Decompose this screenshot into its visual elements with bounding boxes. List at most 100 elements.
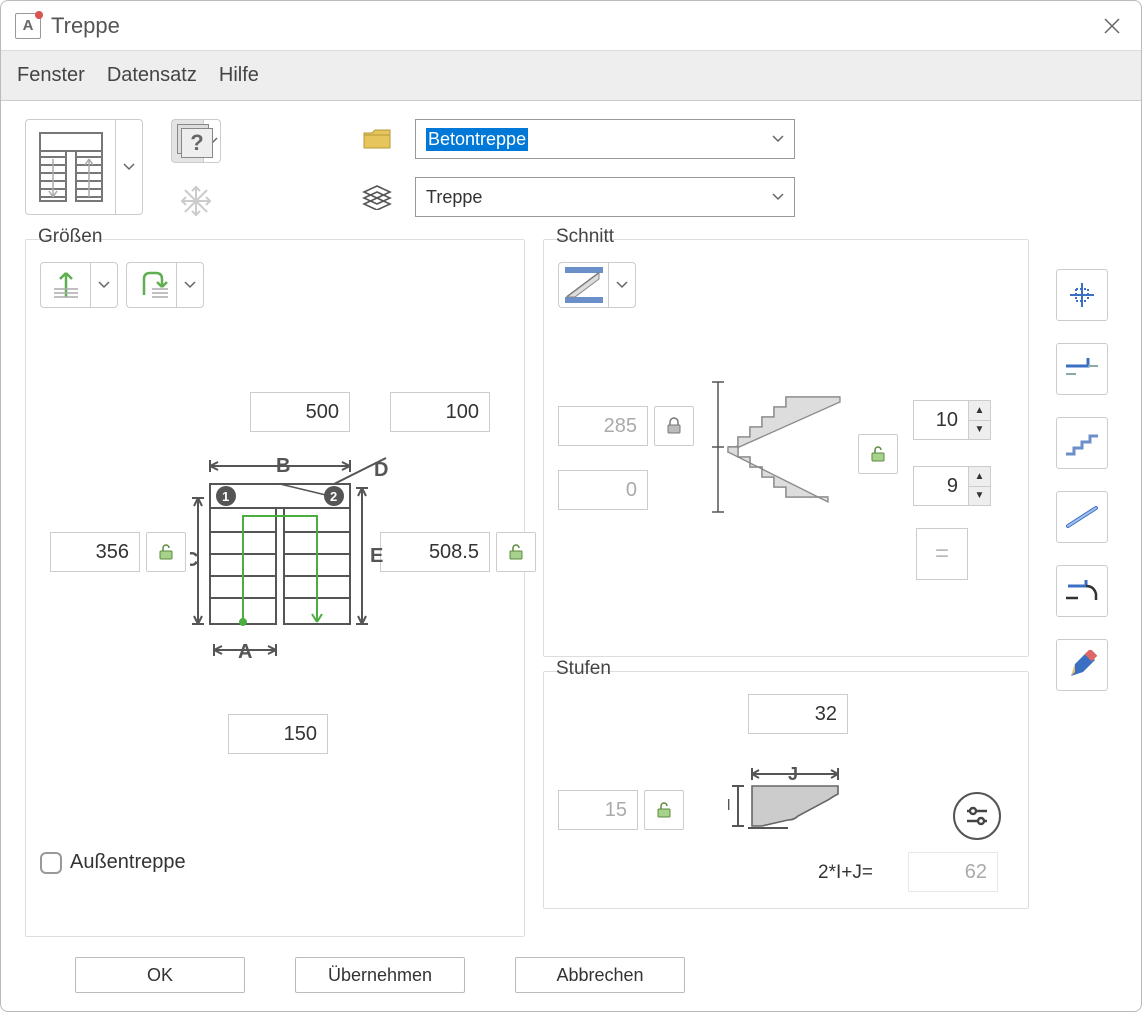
unlock-icon — [654, 800, 674, 820]
svg-text:D: D — [374, 459, 388, 481]
stufen-15-lock[interactable] — [644, 790, 684, 830]
svg-text:B: B — [276, 455, 290, 477]
type-select[interactable]: Betontreppe — [415, 119, 795, 159]
titlebar: A Treppe — [1, 1, 1141, 51]
svg-text:A: A — [238, 641, 252, 663]
stair-shape-icon — [36, 129, 106, 205]
tool-handrail[interactable] — [1056, 491, 1108, 543]
size-b-input[interactable] — [250, 392, 350, 432]
arrow-turn-stairs-icon — [134, 267, 170, 303]
stufen-15-input — [558, 790, 638, 830]
nosing-icon — [1064, 576, 1100, 606]
chevron-down-icon — [184, 281, 196, 289]
stair-shape-dropdown[interactable] — [25, 119, 143, 215]
unlock-icon — [156, 542, 176, 562]
spin-up[interactable]: ▲ — [969, 401, 990, 421]
schnitt-label: Schnitt — [552, 226, 618, 248]
chevron-down-icon — [772, 193, 784, 201]
apply-button[interactable]: Übernehmen — [295, 957, 465, 993]
svg-text:C: C — [190, 549, 198, 571]
arrow-up-stairs-icon — [48, 267, 84, 303]
schnitt-285-input — [558, 406, 648, 446]
size-c-lock[interactable] — [146, 532, 186, 572]
tool-grid[interactable] — [1056, 269, 1108, 321]
pencil-icon — [1067, 650, 1097, 680]
size-d-input[interactable] — [390, 392, 490, 432]
grid-icon — [1066, 279, 1098, 311]
stufen-32-input[interactable] — [748, 694, 848, 734]
svg-text:E: E — [370, 545, 383, 567]
section-type-dropdown[interactable] — [558, 262, 636, 308]
size-e-lock[interactable] — [496, 532, 536, 572]
schnitt-group: Schnitt — [543, 239, 1029, 657]
close-button[interactable] — [1097, 11, 1127, 41]
schnitt-spin2-input[interactable] — [913, 466, 969, 506]
content-area: Größen — [1, 233, 1141, 947]
schnitt-285-lock[interactable] — [654, 406, 694, 446]
stufen-group: Stufen — [543, 671, 1029, 909]
side-toolbar — [1047, 239, 1117, 937]
section-diagram — [708, 372, 878, 522]
sizes-group: Größen — [25, 239, 525, 937]
tool-landing[interactable] — [1056, 343, 1108, 395]
size-e-input[interactable] — [380, 532, 490, 572]
ok-button[interactable]: OK — [75, 957, 245, 993]
sizes-diagram: B D C — [190, 454, 390, 684]
direction-up-dropdown[interactable] — [40, 262, 118, 308]
formula-value — [908, 852, 998, 892]
chevron-down-icon — [616, 281, 628, 289]
help-dropdown[interactable]: ? — [171, 119, 221, 163]
chevron-down-icon — [123, 163, 135, 171]
menu-fenster[interactable]: Fenster — [17, 64, 85, 87]
app-icon: A — [15, 13, 41, 39]
type-select-value: Betontreppe — [426, 128, 528, 151]
menu-hilfe[interactable]: Hilfe — [219, 64, 259, 87]
schnitt-spin2[interactable]: ▲▼ — [913, 466, 991, 506]
spin-up[interactable]: ▲ — [969, 467, 990, 487]
layer-select[interactable]: Treppe — [415, 177, 795, 217]
step-settings-button[interactable] — [953, 792, 1001, 840]
svg-text:2: 2 — [330, 489, 337, 504]
tool-nosing[interactable] — [1056, 565, 1108, 617]
snowflake-icon — [179, 184, 213, 218]
aussentreppe-label: Außentreppe — [70, 851, 186, 874]
close-icon — [1102, 16, 1122, 36]
dialog-window: A Treppe Fenster Datensatz Hilfe — [0, 0, 1142, 1012]
landing-icon — [1064, 354, 1100, 384]
freeze-button[interactable] — [171, 179, 221, 223]
footer: OK Übernehmen Abbrechen — [1, 947, 1141, 1011]
chevron-down-icon — [98, 281, 110, 289]
lock-icon — [664, 416, 684, 436]
help-icon: ? — [171, 119, 203, 163]
layers-icon — [359, 184, 395, 210]
menu-datensatz[interactable]: Datensatz — [107, 64, 197, 87]
schnitt-0-input — [558, 470, 648, 510]
layer-select-value: Treppe — [426, 187, 482, 208]
schnitt-spin1[interactable]: ▲▼ — [913, 400, 991, 440]
section-icon — [563, 265, 605, 305]
step-profile-diagram: J I — [728, 764, 858, 854]
tool-steps[interactable] — [1056, 417, 1108, 469]
spin-down[interactable]: ▼ — [969, 421, 990, 440]
spin-down[interactable]: ▼ — [969, 487, 990, 506]
svg-text:I: I — [728, 797, 730, 814]
size-c-input[interactable] — [50, 532, 140, 572]
size-a-input[interactable] — [228, 714, 328, 754]
svg-text:J: J — [788, 764, 798, 784]
schnitt-mid-lock[interactable] — [858, 434, 898, 474]
direction-turn-dropdown[interactable] — [126, 262, 204, 308]
cancel-button[interactable]: Abbrechen — [515, 957, 685, 993]
handrail-icon — [1064, 502, 1100, 532]
svg-text:1: 1 — [222, 489, 229, 504]
chevron-down-icon — [772, 135, 784, 143]
menubar: Fenster Datensatz Hilfe — [1, 51, 1141, 101]
sliders-icon — [963, 802, 991, 830]
aussentreppe-checkbox[interactable] — [40, 852, 62, 874]
equal-button[interactable]: = — [916, 528, 968, 580]
schnitt-spin1-input[interactable] — [913, 400, 969, 440]
toolbar-area: ? — [1, 101, 1141, 233]
stufen-label: Stufen — [552, 658, 615, 680]
unlock-icon — [868, 444, 888, 464]
folder-icon — [359, 127, 395, 151]
tool-edit[interactable] — [1056, 639, 1108, 691]
